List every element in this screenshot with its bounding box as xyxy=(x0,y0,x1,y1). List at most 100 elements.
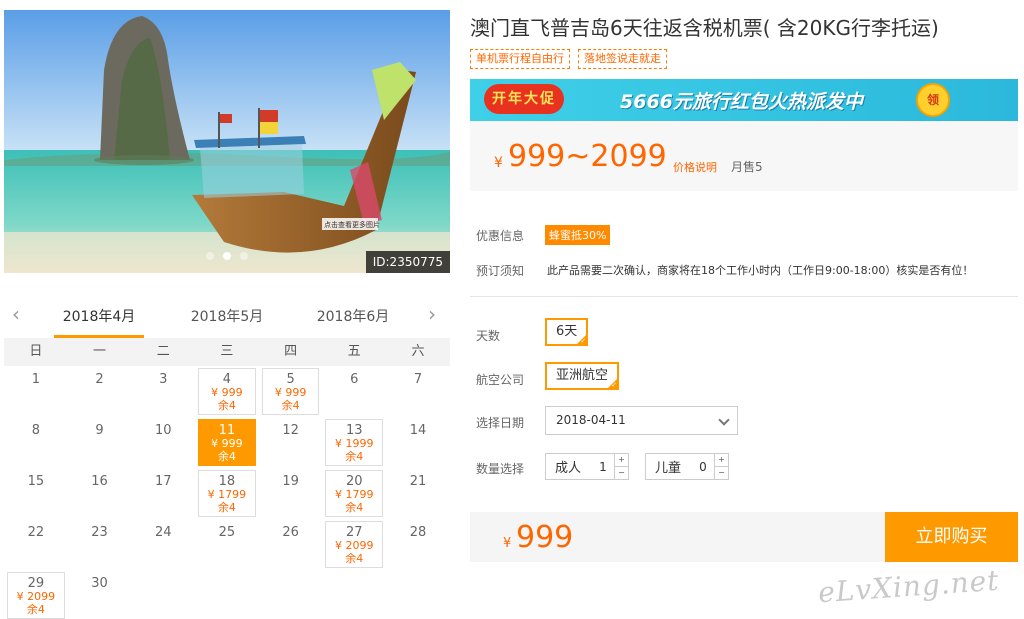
calendar-day-available[interactable]: 18 ¥ 1799 余4 xyxy=(195,468,259,519)
image-id-badge: ID:2350775 xyxy=(365,251,450,273)
product-title: 澳门直飞普吉岛6天往返含税机票( 含20KG行李托运) xyxy=(470,16,939,40)
calendar-day-number: 17 xyxy=(154,474,172,489)
calendar-day-available[interactable]: 20 ¥ 1799 余4 xyxy=(322,468,386,519)
calendar-day-number: 23 xyxy=(91,525,108,540)
month-tab-april[interactable]: 2018年4月 xyxy=(54,296,144,338)
carousel-dot-active[interactable] xyxy=(223,252,231,260)
buy-now-button[interactable]: 立即购买 xyxy=(885,512,1018,562)
calendar-day: 7 xyxy=(386,366,450,417)
calendar-day: 16 xyxy=(68,468,132,519)
calendar-day-number: 1 xyxy=(31,372,40,387)
buy-currency: ¥ xyxy=(503,536,512,551)
calendar-day-number: 20 xyxy=(346,474,363,489)
child-quantity-input[interactable]: 0 xyxy=(692,460,714,474)
monthly-sales: 月售5 xyxy=(731,160,763,174)
calendar-day-price: ¥ 999 xyxy=(211,386,243,399)
boat-island-image: 点击查看更多图片 xyxy=(4,10,450,273)
calendar-day-number: 26 xyxy=(282,525,299,540)
child-decrease-button[interactable]: − xyxy=(715,466,728,479)
carousel-dot[interactable] xyxy=(206,252,214,260)
weekday-label: 三 xyxy=(220,344,234,359)
calendar-month-tabs: ‹ 2018年4月 2018年5月 2018年6月 › xyxy=(4,296,450,338)
product-photo[interactable]: 点击查看更多图片 ID:2350775 xyxy=(4,10,450,273)
section-divider xyxy=(470,296,1018,297)
adult-increase-button[interactable]: + xyxy=(615,454,628,466)
date-label: 选择日期 xyxy=(476,416,525,430)
carousel-dot[interactable] xyxy=(240,252,248,260)
calendar-day-price: ¥ 1999 xyxy=(335,437,374,450)
calendar-day-number: 18 xyxy=(218,474,236,489)
promo-banner[interactable]: 开年大促 5666元旅行红包火热派发中 领 xyxy=(470,79,1018,121)
calendar-day-number: 28 xyxy=(409,525,427,540)
calendar-day-number: 25 xyxy=(218,525,236,540)
quantity-label: 数量选择 xyxy=(476,462,525,476)
calendar-day-number: 19 xyxy=(282,474,299,489)
month-tab-may[interactable]: 2018年5月 xyxy=(182,296,272,338)
calendar-day-available[interactable]: 29 ¥ 2099 余4 xyxy=(4,570,68,619)
calendar-day-price: ¥ 999 xyxy=(274,386,307,399)
calendar-day-number: 2 xyxy=(95,372,104,387)
calendar-day: 1 xyxy=(4,366,68,417)
promo-banner-text: 5666元旅行红包火热派发中 xyxy=(620,91,863,113)
month-tab-june[interactable]: 2018年6月 xyxy=(308,296,398,338)
weekday-label: 六 xyxy=(411,344,425,359)
calendar-day-available[interactable]: 4 ¥ 999 余4 xyxy=(195,366,259,417)
calendar-day-price: ¥ 999 xyxy=(211,437,243,450)
calendar-day-stock: 余4 xyxy=(217,501,236,514)
promo-info-label: 优惠信息 xyxy=(476,229,525,243)
adult-label: 成人 xyxy=(555,461,582,476)
price-explanation-link[interactable]: 价格说明 xyxy=(673,159,717,175)
calendar-day-stock: 余4 xyxy=(217,399,236,412)
calendar-day-number: 8 xyxy=(31,423,40,438)
calendar-day-number: 7 xyxy=(413,372,423,387)
calendar-day-stock: 余4 xyxy=(345,552,364,565)
product-tag: 落地签说走就走 xyxy=(578,49,667,69)
date-select[interactable]: 2018-04-11 xyxy=(545,406,738,435)
days-option-6[interactable]: 6天 ✓ xyxy=(545,318,589,346)
calendar-day-number: 21 xyxy=(409,474,427,489)
calendar-day-number: 27 xyxy=(346,525,363,540)
calendar-day-number: 9 xyxy=(95,423,104,438)
calendar-day-available[interactable]: 5 ¥ 999 余4 xyxy=(259,366,323,417)
calendar-day-price: ¥ 1799 xyxy=(335,488,374,501)
calendar-day-number: 16 xyxy=(91,474,108,489)
photo-hint-text: 点击查看更多图片 xyxy=(324,220,380,229)
coupon-coin-icon[interactable]: 领 xyxy=(916,83,950,117)
product-tag: 单机票行程自由行 xyxy=(470,49,570,69)
calendar-day-stock: 余4 xyxy=(345,450,364,463)
weekday-label: 二 xyxy=(156,344,170,359)
site-watermark: eLvXing.net xyxy=(817,563,1001,610)
adult-quantity-stepper: 成人 1 + − xyxy=(545,453,629,480)
price-currency: ¥ xyxy=(494,155,503,171)
calendar-day-stock: 余4 xyxy=(345,501,364,514)
calendar-day: 9 xyxy=(68,417,132,468)
airline-option-airasia[interactable]: 亚洲航空 ✓ xyxy=(545,362,620,390)
child-increase-button[interactable]: + xyxy=(715,454,728,466)
calendar-day-number: 15 xyxy=(27,474,45,489)
calendar-day-price: ¥ 2099 xyxy=(335,539,374,552)
calendar-day: 8 xyxy=(4,417,68,468)
selected-check-icon: ✓ xyxy=(580,337,587,345)
calendar-day-number: 5 xyxy=(286,372,295,387)
calendar-day: 10 xyxy=(131,417,195,468)
selected-check-icon: ✓ xyxy=(611,381,618,389)
calendar-day-number: 10 xyxy=(154,423,172,438)
airline-label: 航空公司 xyxy=(476,373,525,387)
calendar-day-available[interactable]: 27 ¥ 2099 余4 xyxy=(322,519,386,570)
calendar-day-available[interactable]: 11 ¥ 999 余4 xyxy=(195,417,259,468)
adult-decrease-button[interactable]: − xyxy=(615,466,628,479)
calendar-day: 3 xyxy=(131,366,195,417)
weekday-label: 日 xyxy=(29,344,43,359)
calendar-day-number: 22 xyxy=(27,525,45,540)
booking-notice-text: 此产品需要二次确认，商家将在18个工作小时内（工作日9:00-18:00）核实是… xyxy=(547,264,974,277)
calendar-day-number: 12 xyxy=(282,423,299,438)
child-label: 儿童 xyxy=(655,461,682,476)
adult-quantity-input[interactable]: 1 xyxy=(592,460,614,474)
calendar-day: 15 xyxy=(4,468,68,519)
chevron-right-icon[interactable]: › xyxy=(428,302,436,326)
price-panel: ¥ 999~2099 价格说明 月售5 xyxy=(470,121,1018,191)
chevron-left-icon[interactable]: ‹ xyxy=(12,302,20,326)
carousel-dots xyxy=(206,252,248,260)
honey-discount-badge: 蜂蜜抵30% xyxy=(545,225,611,245)
calendar-day-available[interactable]: 13 ¥ 1999 余4 xyxy=(322,417,386,468)
